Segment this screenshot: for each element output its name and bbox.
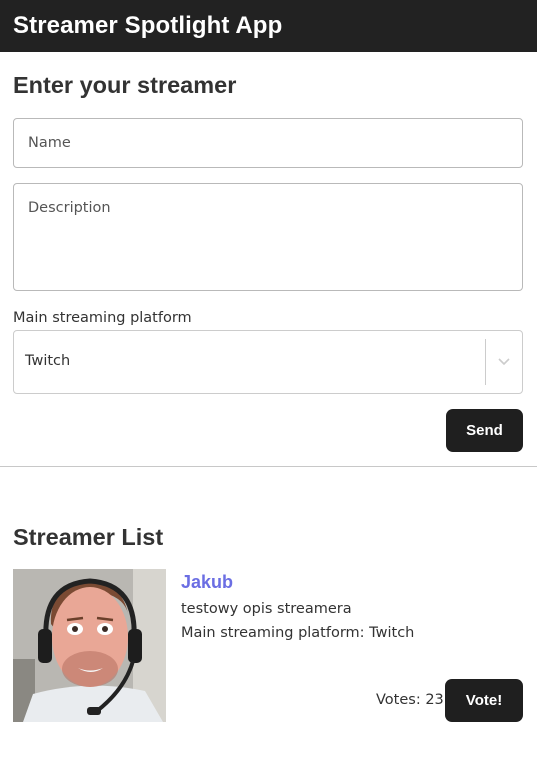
- chevron-down-icon[interactable]: [496, 355, 512, 369]
- section-divider: [0, 466, 537, 467]
- streamer-name[interactable]: Jakub: [181, 572, 233, 593]
- app-title: Streamer Spotlight App: [13, 12, 283, 39]
- send-button[interactable]: Send: [446, 409, 523, 452]
- description-input[interactable]: [13, 183, 523, 291]
- streamer-list-heading: Streamer List: [13, 524, 164, 550]
- platform-label: Main streaming platform: [13, 310, 192, 326]
- platform-select-value: Twitch: [25, 353, 71, 369]
- app-header: Streamer Spotlight App: [0, 0, 537, 52]
- platform-select[interactable]: Twitch: [13, 330, 523, 394]
- name-input[interactable]: [13, 118, 523, 168]
- vote-count: Votes: 23: [376, 692, 444, 708]
- streamer-platform: Main streaming platform: Twitch: [181, 625, 415, 641]
- streamer-photo: [13, 569, 166, 722]
- vote-button[interactable]: Vote!: [445, 679, 523, 722]
- streamer-description: testowy opis streamera: [181, 601, 352, 617]
- form-heading: Enter your streamer: [13, 72, 237, 98]
- select-separator: [485, 339, 486, 385]
